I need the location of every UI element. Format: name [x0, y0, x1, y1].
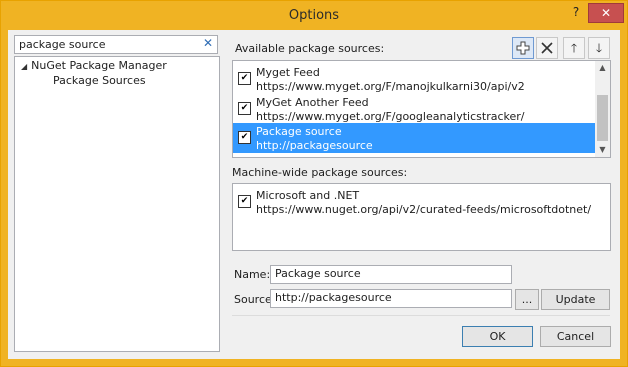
clear-search-icon[interactable]: ✕ — [203, 36, 213, 50]
source-checkbox[interactable]: ✔ — [238, 131, 251, 144]
scroll-down-icon[interactable]: ▼ — [595, 145, 610, 154]
options-window: Options ? ✕ ✕ ◢ NuGet Package Manager Pac… — [0, 0, 628, 367]
remove-source-button[interactable] — [536, 37, 558, 59]
source-name: Package source — [256, 125, 342, 138]
tree-item-label: NuGet Package Manager — [31, 59, 167, 72]
source-name: MyGet Another Feed — [256, 96, 369, 109]
tree-item-nuget-package-manager[interactable]: ◢ NuGet Package Manager — [21, 59, 167, 73]
list-item[interactable]: ✔ Myget Feed https://www.myget.org/F/man… — [233, 64, 595, 94]
update-button[interactable]: Update — [541, 289, 610, 310]
machine-wide-sources-list[interactable]: ✔ Microsoft and .NET https://www.nuget.o… — [232, 183, 611, 251]
source-url: https://www.myget.org/F/googleanalyticst… — [256, 110, 525, 123]
name-label: Name: — [234, 268, 271, 281]
list-item-selected[interactable]: ✔ Package source http://packagesource — [233, 123, 595, 153]
divider — [232, 315, 610, 316]
arrow-down-icon: 🡓 — [595, 41, 603, 55]
move-down-button[interactable]: 🡓 — [588, 37, 610, 59]
name-field-box — [270, 265, 512, 284]
source-field[interactable] — [271, 290, 509, 305]
search-box: ✕ — [14, 35, 218, 54]
close-button[interactable]: ✕ — [588, 3, 624, 23]
cancel-button[interactable]: Cancel — [540, 326, 611, 347]
window-title: Options — [288, 8, 340, 23]
source-name: Microsoft and .NET — [256, 189, 360, 202]
available-sources-label: Available package sources: — [235, 42, 385, 55]
title-bar[interactable]: Options ? ✕ — [1, 1, 627, 30]
help-button[interactable]: ? — [565, 3, 587, 21]
arrow-up-icon: 🡑 — [570, 41, 578, 55]
tree-item-package-sources[interactable]: Package Sources — [53, 74, 146, 87]
scroll-thumb[interactable] — [597, 95, 608, 141]
available-sources-list[interactable]: ✔ Myget Feed https://www.myget.org/F/man… — [232, 60, 611, 158]
source-name: Myget Feed — [256, 66, 320, 79]
move-up-button[interactable]: 🡑 — [563, 37, 585, 59]
source-url: http://packagesource — [256, 139, 373, 152]
browse-button[interactable]: ... — [515, 289, 539, 310]
plus-icon — [516, 41, 530, 55]
ok-button[interactable]: OK — [462, 326, 533, 347]
machine-wide-sources-label: Machine-wide package sources: — [232, 166, 408, 179]
source-checkbox[interactable]: ✔ — [238, 102, 251, 115]
source-field-box — [270, 289, 512, 308]
list-item[interactable]: ✔ MyGet Another Feed https://www.myget.o… — [233, 94, 595, 124]
x-icon — [541, 42, 553, 54]
list-item[interactable]: ✔ Microsoft and .NET https://www.nuget.o… — [233, 187, 595, 217]
expand-arrow-icon[interactable]: ◢ — [21, 62, 27, 71]
add-source-button[interactable] — [512, 37, 534, 59]
search-input[interactable] — [19, 37, 189, 51]
name-field[interactable] — [271, 266, 509, 281]
options-tree: ◢ NuGet Package Manager Package Sources — [14, 56, 220, 352]
scroll-up-icon[interactable]: ▲ — [595, 63, 610, 72]
dialog-body: ✕ ◢ NuGet Package Manager Package Sources… — [8, 30, 620, 359]
source-checkbox[interactable]: ✔ — [238, 195, 251, 208]
source-checkbox[interactable]: ✔ — [238, 72, 251, 85]
source-url: https://www.myget.org/F/manojkulkarni30/… — [256, 80, 525, 93]
vertical-scrollbar[interactable]: ▲ ▼ — [595, 61, 610, 157]
source-url: https://www.nuget.org/api/v2/curated-fee… — [256, 203, 592, 216]
